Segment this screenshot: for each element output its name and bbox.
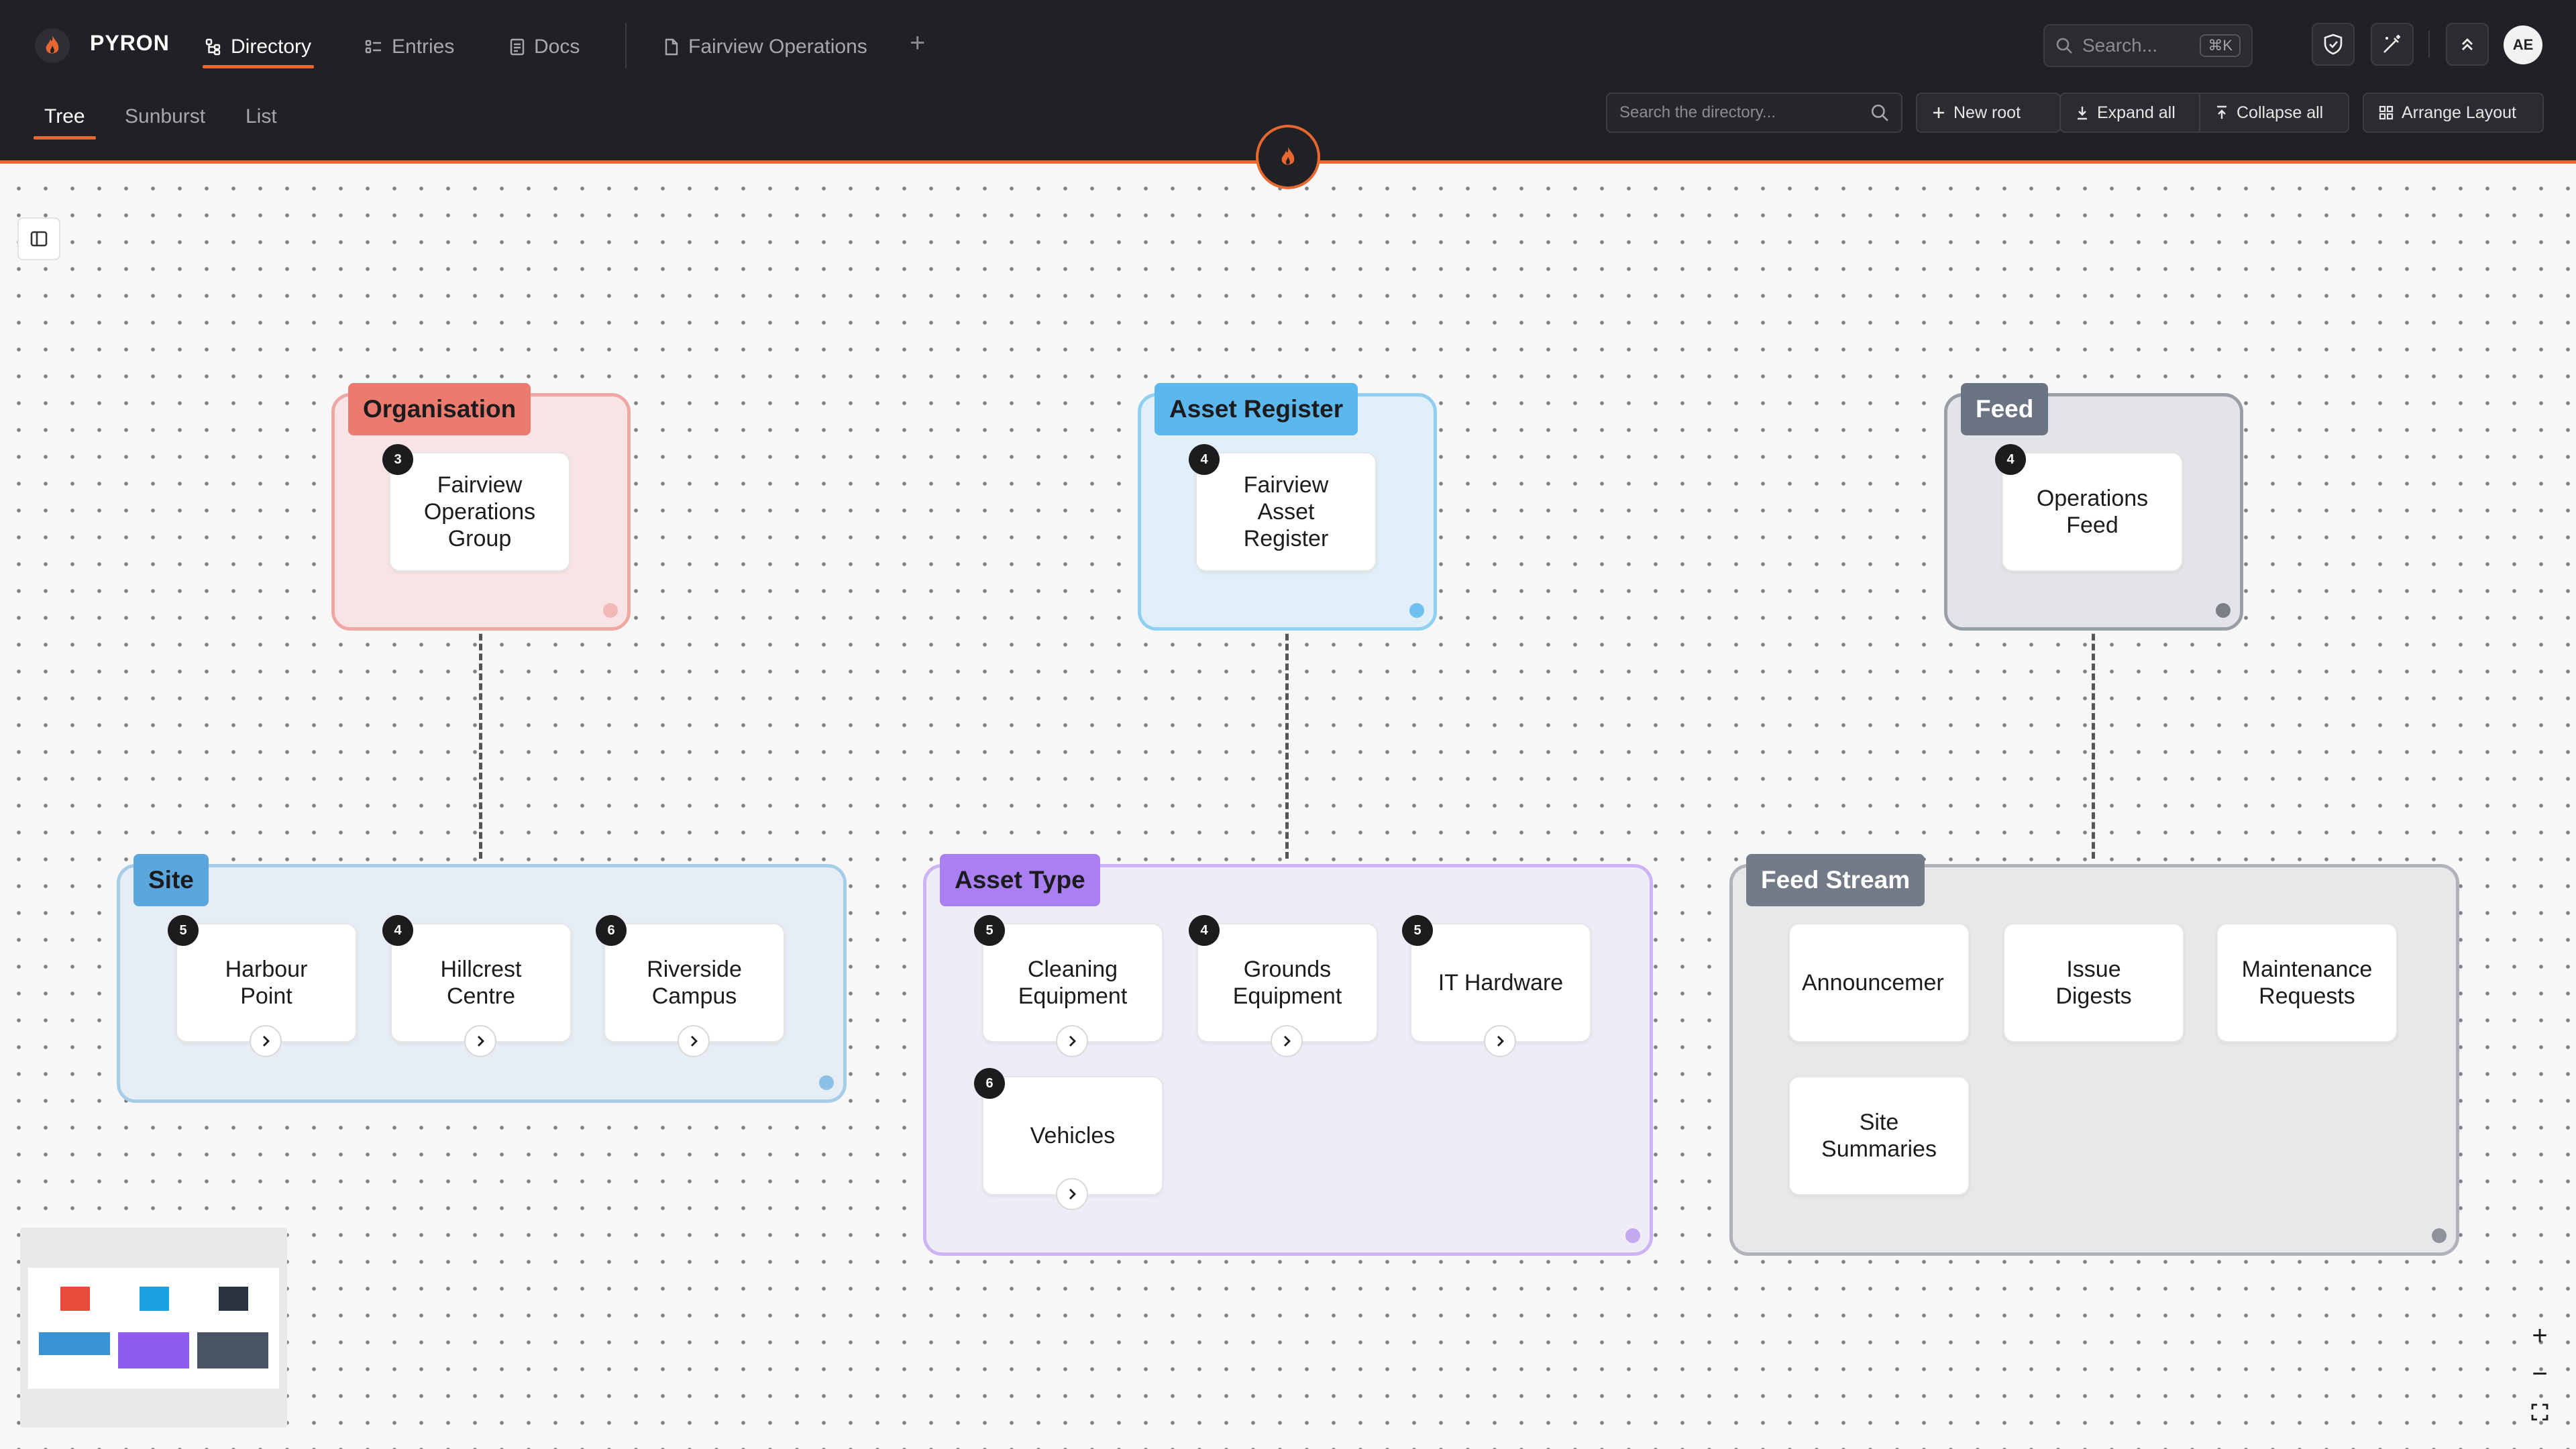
minimap[interactable] [20,1228,287,1428]
node-fairview-operations-group[interactable]: Fairview Operations Group [389,452,570,572]
zoom-out-button[interactable]: − [2521,1357,2559,1391]
node-count-badge: 3 [382,444,413,475]
arrange-layout-label: Arrange Layout [2402,103,2516,122]
node-issue-digests[interactable]: Issue Digests [2003,923,2184,1042]
nav-entries-label: Entries [392,36,455,58]
node-count-badge: 4 [1189,444,1220,475]
group-resize-handle[interactable] [603,603,618,618]
double-chevron-up-icon [2462,38,2473,50]
node-count-badge: 5 [1402,915,1433,946]
collapse-header-button[interactable] [2446,23,2489,66]
nav-directory-label: Directory [231,36,312,58]
toolbar-divider [2428,31,2430,58]
fullscreen-icon [2531,1403,2548,1421]
minimap-organisation [60,1287,90,1311]
group-feed-stream-label: Feed Stream [1746,854,1925,906]
minimap-feed [219,1287,248,1311]
list-icon [365,40,381,54]
node-operations-feed[interactable]: Operations Feed [2002,452,2183,572]
tab-fairview-operations[interactable]: Fairview Operations [664,30,867,64]
directory-search-placeholder: Search the directory... [1619,103,1776,121]
expand-chevron-icon[interactable] [250,1025,282,1057]
global-search-placeholder: Search... [2082,35,2158,56]
expand-chevron-icon[interactable] [464,1025,496,1057]
node-count-badge: 5 [974,915,1005,946]
minimap-site [39,1332,110,1355]
tab-tree[interactable]: Tree [34,97,96,140]
directory-search-input[interactable]: Search the directory... [1606,93,1902,133]
group-asset-type-label: Asset Type [940,854,1100,906]
search-shortcut: ⌘K [2200,34,2241,57]
nav-docs[interactable]: Docs [510,30,580,64]
tab-sunburst[interactable]: Sunburst [125,97,205,137]
tab-list[interactable]: List [246,97,277,137]
node-count-badge: 6 [596,915,627,946]
group-feed-label: Feed [1961,383,2049,435]
flame-logo-icon[interactable] [35,28,70,63]
node-site-summaries[interactable]: Site Summaries [1788,1076,1970,1195]
add-tab-button[interactable]: + [910,28,925,58]
search-icon [1871,104,1888,121]
node-maintenance-requests[interactable]: Maintenance Requests [2216,923,2398,1042]
main-nav: PYRON Directory Entries Docs Fairview Op… [0,0,2576,90]
minimap-asset-register [140,1287,169,1311]
node-fairview-asset-register[interactable]: Fairview Asset Register [1195,452,1377,572]
arrange-layout-button[interactable]: Arrange Layout [2363,93,2544,133]
global-search[interactable]: Search... ⌘K [2043,24,2253,67]
node-announcements[interactable]: Announcemer [1788,923,1970,1042]
shield-check-icon [2324,34,2343,55]
fit-view-button[interactable] [2521,1395,2559,1429]
collapse-all-button[interactable]: Collapse all [2199,93,2349,133]
expand-chevron-icon[interactable] [678,1025,710,1057]
group-asset-register-label: Asset Register [1155,383,1358,435]
minimap-asset-type [118,1332,189,1368]
group-resize-handle[interactable] [819,1075,834,1090]
node-count-badge: 4 [1995,444,2026,475]
group-resize-handle[interactable] [1625,1228,1640,1243]
collapse-icon [2217,105,2226,119]
magic-wand-button[interactable] [2371,23,2414,66]
nav-divider [625,23,627,68]
minimap-feed-stream [197,1332,268,1368]
expand-icon [2078,107,2087,120]
center-flame-icon[interactable] [1256,125,1320,189]
new-root-button[interactable]: New root [1916,93,2061,133]
brand-name: PYRON [90,31,170,55]
tab-fairview-operations-label: Fairview Operations [688,36,867,58]
node-count-badge: 4 [382,915,413,946]
new-root-label: New root [1953,103,2021,122]
document-icon [510,38,525,56]
file-icon [665,38,678,56]
expand-chevron-icon[interactable] [1056,1025,1088,1057]
minimap-viewport [28,1268,279,1389]
nav-entries[interactable]: Entries [365,30,454,64]
grid-icon [2379,105,2394,120]
group-resize-handle[interactable] [2216,603,2231,618]
plus-icon [1933,107,1944,118]
zoom-in-button[interactable]: + [2521,1319,2559,1352]
expand-chevron-icon[interactable] [1484,1025,1516,1057]
node-count-badge: 6 [974,1068,1005,1099]
group-organisation-label: Organisation [348,383,531,435]
tree-icon [205,38,221,56]
expand-all-label: Expand all [2097,103,2176,122]
node-count-badge: 4 [1189,915,1220,946]
expand-chevron-icon[interactable] [1271,1025,1303,1057]
node-count-badge: 5 [168,915,199,946]
expand-chevron-icon[interactable] [1056,1178,1088,1210]
group-site-label: Site [133,854,209,906]
magic-wand-icon [2383,35,2400,53]
group-resize-handle[interactable] [1409,603,1424,618]
user-avatar[interactable]: AE [2504,25,2542,64]
expand-all-button[interactable]: Expand all [2059,93,2200,133]
sidebar-icon [30,231,48,247]
search-icon [2056,38,2072,54]
collapse-all-label: Collapse all [2237,103,2324,122]
nav-docs-label: Docs [534,36,580,58]
group-resize-handle[interactable] [2432,1228,2447,1243]
shield-button[interactable] [2312,23,2355,66]
zoom-controls: + − [2518,1319,2561,1429]
nav-directory[interactable]: Directory [202,30,315,68]
sidebar-toggle-button[interactable] [17,217,60,260]
